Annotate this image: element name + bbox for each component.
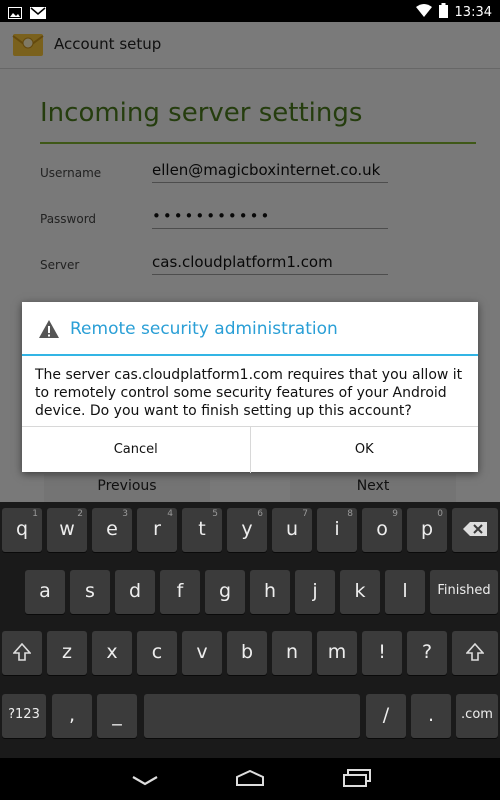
- ok-button[interactable]: OK: [249, 427, 479, 473]
- shift-key-left[interactable]: [2, 631, 42, 675]
- status-bar: 13:34: [0, 0, 500, 22]
- back-icon[interactable]: [131, 772, 159, 791]
- symbols-key[interactable]: ?123: [2, 694, 46, 738]
- key-x[interactable]: x: [92, 631, 132, 675]
- recents-icon[interactable]: [342, 769, 372, 791]
- key-l[interactable]: l: [385, 570, 425, 614]
- cancel-button[interactable]: Cancel: [22, 427, 250, 473]
- dotcom-key[interactable]: .com: [456, 694, 498, 738]
- finished-key[interactable]: Finished: [430, 570, 498, 614]
- key-v[interactable]: v: [182, 631, 222, 675]
- key-o[interactable]: o9: [362, 508, 402, 552]
- key-i[interactable]: i8: [317, 508, 357, 552]
- key-period[interactable]: .: [411, 694, 451, 738]
- soft-keyboard: q1 w2 e3 r4 t5 y6 u7 i8 o9 p0 a s d f g …: [0, 502, 500, 758]
- key-f[interactable]: f: [160, 570, 200, 614]
- key-j[interactable]: j: [295, 570, 335, 614]
- key-slash[interactable]: /: [366, 694, 406, 738]
- dialog-divider: [22, 354, 478, 356]
- battery-icon: [438, 3, 448, 22]
- key-p[interactable]: p0: [407, 508, 447, 552]
- shift-icon: [465, 642, 485, 666]
- key-w[interactable]: w2: [47, 508, 87, 552]
- key-n[interactable]: n: [272, 631, 312, 675]
- shift-icon: [12, 642, 32, 666]
- backspace-key[interactable]: [452, 508, 498, 552]
- key-k[interactable]: k: [340, 570, 380, 614]
- key-z[interactable]: z: [47, 631, 87, 675]
- backspace-icon: [463, 519, 487, 541]
- key-comma[interactable]: ,: [52, 694, 92, 738]
- home-icon[interactable]: [234, 769, 266, 790]
- warning-icon: [38, 319, 60, 343]
- key-q[interactable]: q1: [2, 508, 42, 552]
- space-bar[interactable]: [144, 694, 360, 738]
- key-m[interactable]: m: [317, 631, 357, 675]
- gmail-icon: [30, 4, 46, 23]
- key-g[interactable]: g: [205, 570, 245, 614]
- key-b[interactable]: b: [227, 631, 267, 675]
- key-a[interactable]: a: [25, 570, 65, 614]
- security-dialog: Remote security administration The serve…: [22, 302, 478, 473]
- picture-icon: [8, 4, 22, 23]
- key-t[interactable]: t5: [182, 508, 222, 552]
- key-y[interactable]: y6: [227, 508, 267, 552]
- clock: 13:34: [454, 5, 492, 20]
- wifi-icon: [415, 4, 432, 21]
- key-c[interactable]: c: [137, 631, 177, 675]
- key-s[interactable]: s: [70, 570, 110, 614]
- key-u[interactable]: u7: [272, 508, 312, 552]
- key-e[interactable]: e3: [92, 508, 132, 552]
- dialog-message: The server cas.cloudplatform1.com requir…: [35, 367, 463, 419]
- navigation-bar: [0, 758, 500, 800]
- dialog-buttons: Cancel OK: [22, 426, 478, 473]
- dialog-header: Remote security administration: [22, 302, 478, 354]
- key-exclamation[interactable]: !: [362, 631, 402, 675]
- key-underscore[interactable]: _: [97, 694, 137, 738]
- key-question[interactable]: ?: [407, 631, 447, 675]
- key-h[interactable]: h: [250, 570, 290, 614]
- key-d[interactable]: d: [115, 570, 155, 614]
- key-r[interactable]: r4: [137, 508, 177, 552]
- shift-key-right[interactable]: [452, 631, 498, 675]
- dialog-title: Remote security administration: [70, 319, 338, 339]
